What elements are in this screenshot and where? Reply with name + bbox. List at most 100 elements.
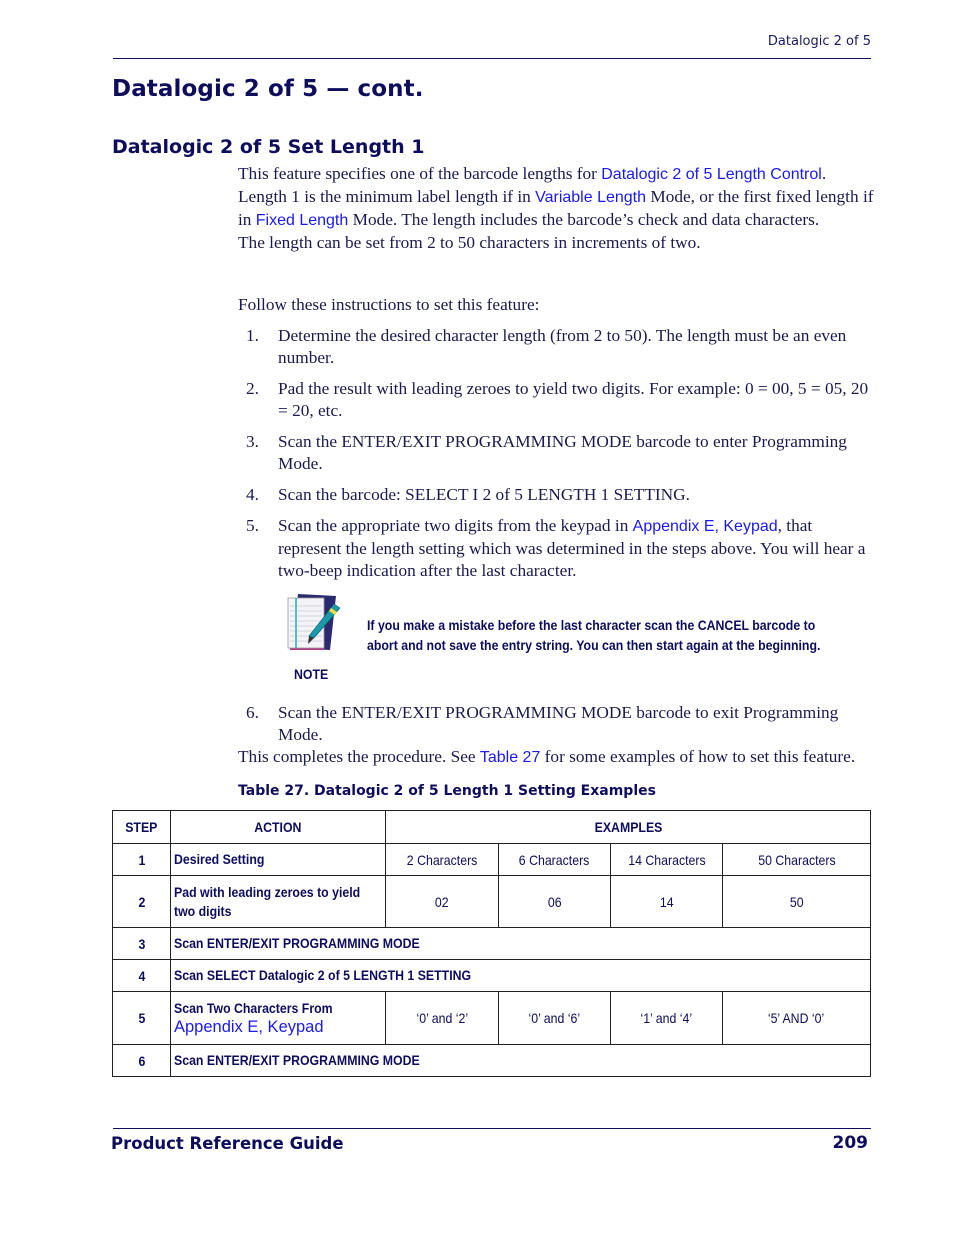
step-item: 1. Determine the desired character length… <box>246 325 874 369</box>
step-item: 6. Scan the ENTER/EXIT PROGRAMMING MODE b… <box>246 702 874 746</box>
example-value: ‘0’ and ‘2’ <box>416 1010 468 1026</box>
step-value: 5 <box>138 1010 145 1026</box>
page-title: Datalogic 2 of 5 — cont. <box>112 76 424 102</box>
header-examples-text: EXAMPLES <box>594 819 662 835</box>
action-cell: Scan SELECT Datalogic 2 of 5 LENGTH 1 SE… <box>169 959 872 992</box>
step-cell: 6 <box>112 1044 171 1077</box>
header-rule <box>113 58 871 59</box>
example-cell: ‘0’ and ‘2’ <box>385 991 499 1045</box>
link-variable-length[interactable]: Variable Length <box>535 189 646 206</box>
table-caption: Table 27. Datalogic 2 of 5 Length 1 Sett… <box>238 783 656 799</box>
step-value: 1 <box>138 851 145 868</box>
table-row: 6 Scan ENTER/EXIT PROGRAMMING MODE <box>112 1044 872 1077</box>
example-value: 2 Characters <box>406 851 478 868</box>
step-text: Determine the desired character length (… <box>278 326 847 367</box>
step-value: 2 <box>138 893 145 910</box>
link-fixed-length[interactable]: Fixed Length <box>256 212 349 229</box>
step-cell: 3 <box>112 927 171 960</box>
instruction-steps: 1. Determine the desired character length… <box>246 325 874 591</box>
action-cell: Scan Two Characters From Appendix E, Keyp… <box>170 991 386 1045</box>
step-number: 4. <box>246 485 259 504</box>
step-text: Scan the ENTER/EXIT PROGRAMMING MODE bar… <box>278 703 839 744</box>
action-text: Scan ENTER/EXIT PROGRAMMING MODE <box>174 935 420 951</box>
example-cell: 2 Characters <box>385 843 499 876</box>
example-cell: 14 <box>610 875 723 928</box>
example-value: ‘1’ and ‘4’ <box>640 1010 693 1026</box>
action-text: Scan SELECT Datalogic 2 of 5 LENGTH 1 SE… <box>174 967 472 983</box>
step-item: 2. Pad the result with leading zeroes to … <box>246 378 874 422</box>
step-value: 6 <box>138 1052 145 1069</box>
example-cell: 06 <box>498 875 611 928</box>
section-title: Datalogic 2 of 5 Set Length 1 <box>112 136 425 158</box>
action-text: Scan Two Characters From <box>174 1000 333 1016</box>
example-cell: 50 Characters <box>721 843 872 876</box>
example-value: 06 <box>547 893 562 910</box>
example-cell: 02 <box>385 875 499 928</box>
example-value: 02 <box>435 893 449 910</box>
intro-paragraphs: This feature specifies one of the barcod… <box>238 163 874 254</box>
example-value: ‘0’ and ‘6’ <box>528 1010 581 1026</box>
table-row: 2 Pad with leading zeroes to yield two d… <box>112 875 872 928</box>
header-step: STEP <box>112 810 171 844</box>
note-text: If you make a mistake before the last ch… <box>367 617 821 653</box>
completion-text-a: This completes the procedure. See <box>238 747 480 766</box>
example-value: 6 Characters <box>519 851 590 868</box>
step-number: 2. <box>246 379 259 398</box>
example-value: 50 Characters <box>757 851 836 868</box>
link-appendix-e-keypad-table[interactable]: Appendix E, Keypad <box>174 1018 382 1037</box>
action-cell: Scan ENTER/EXIT PROGRAMMING MODE <box>169 1044 872 1077</box>
step-item: 3. Scan the ENTER/EXIT PROGRAMMING MODE b… <box>246 431 874 475</box>
completion-text-b: for some examples of how to set this fea… <box>540 747 856 766</box>
step-text: Pad the result with leading zeroes to yi… <box>278 379 869 420</box>
step-cell: 2 <box>112 875 171 928</box>
table-row: 3 Scan ENTER/EXIT PROGRAMMING MODE <box>112 927 872 960</box>
link-table-27[interactable]: Table 27 <box>480 749 541 766</box>
table-row: 1 Desired Setting 2 Characters 6 Charact… <box>112 843 872 876</box>
step-number: 1. <box>246 326 259 345</box>
step-item: 4. Scan the barcode: SELECT I 2 of 5 LENG… <box>246 484 874 506</box>
header-action-text: ACTION <box>254 819 302 835</box>
footer-rule <box>113 1128 871 1129</box>
action-text: Desired Setting <box>174 851 265 867</box>
step-value: 3 <box>138 935 145 952</box>
step-text: Scan the ENTER/EXIT PROGRAMMING MODE bar… <box>278 432 847 473</box>
step-number: 5. <box>246 516 259 535</box>
table-header-row: STEP ACTION EXAMPLES <box>112 810 872 844</box>
completion-text: This completes the procedure. See Table … <box>238 746 874 769</box>
header-examples: EXAMPLES <box>384 810 872 844</box>
step-number: 3. <box>246 432 259 451</box>
header-action: ACTION <box>170 810 386 844</box>
step-cell: 5 <box>112 991 171 1045</box>
instructions-lead: Follow these instructions to set this fe… <box>238 295 540 314</box>
example-value: 14 <box>659 893 674 910</box>
example-cell: ‘1’ and ‘4’ <box>610 991 723 1045</box>
action-text: Scan ENTER/EXIT PROGRAMMING MODE <box>174 1052 420 1068</box>
example-cell: ‘0’ and ‘6’ <box>498 991 611 1045</box>
example-value: ‘5’ AND ‘0’ <box>768 1010 825 1026</box>
action-cell: Scan ENTER/EXIT PROGRAMMING MODE <box>169 927 872 960</box>
example-value: 14 Characters <box>627 851 706 868</box>
action-cell: Desired Setting <box>170 843 386 876</box>
step-number: 6. <box>246 703 259 722</box>
running-header: Datalogic 2 of 5 <box>767 34 871 49</box>
link-length-control[interactable]: Datalogic 2 of 5 Length Control <box>601 166 822 183</box>
note-label: NOTE <box>294 666 329 682</box>
step-cell: 1 <box>112 843 171 876</box>
header-step-text: STEP <box>125 819 158 835</box>
step-item: 5. Scan the appropriate two digits from t… <box>246 515 874 582</box>
page-number: 209 <box>832 1133 869 1153</box>
intro-paragraph-1: This feature specifies one of the barcod… <box>238 163 874 232</box>
table-row: 5 Scan Two Characters From Appendix E, Ke… <box>112 991 872 1045</box>
example-cell: 14 Characters <box>610 843 723 876</box>
action-cell: Pad with leading zeroes to yield two dig… <box>170 875 386 928</box>
table-row: 4 Scan SELECT Datalogic 2 of 5 LENGTH 1 … <box>112 959 872 992</box>
step-text: Scan the appropriate two digits from the… <box>278 516 633 535</box>
action-text: Pad with leading zeroes to yield two dig… <box>174 883 361 919</box>
example-cell: ‘5’ AND ‘0’ <box>721 991 872 1045</box>
footer-title: Product Reference Guide <box>111 1134 344 1153</box>
link-appendix-e-keypad[interactable]: Appendix E, Keypad <box>633 518 778 535</box>
step-text: Scan the barcode: SELECT I 2 of 5 LENGTH… <box>278 485 690 504</box>
example-value: 50 <box>789 893 804 910</box>
step-cell: 4 <box>112 959 171 992</box>
intro-text: This feature specifies one of the barcod… <box>238 164 602 183</box>
